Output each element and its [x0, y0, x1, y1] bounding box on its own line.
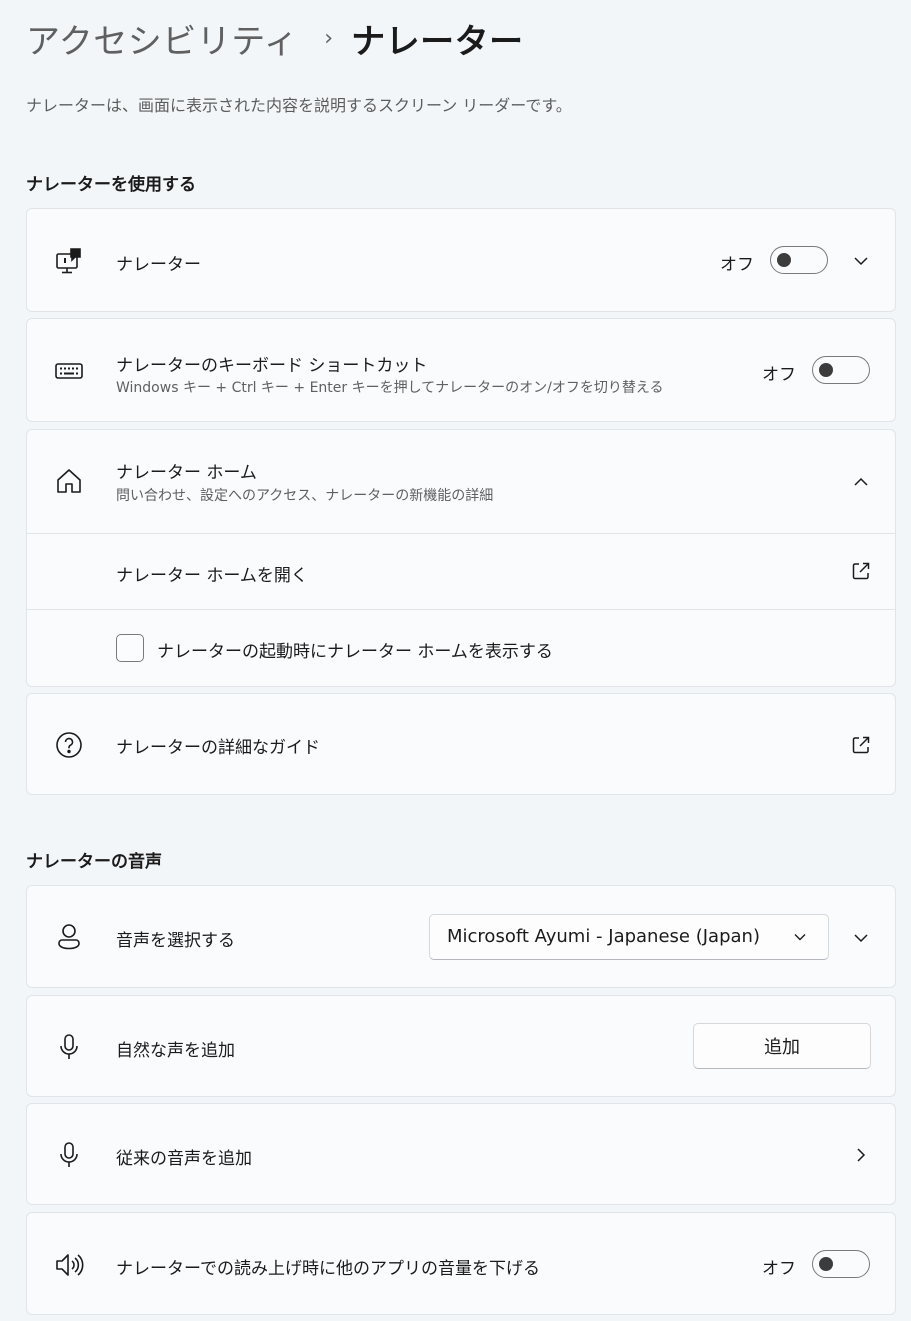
choose-voice-label: 音声を選択する	[116, 931, 235, 951]
toggle-knob	[819, 363, 833, 377]
voice-dropdown-value: Microsoft Ayumi - Japanese (Japan)	[447, 926, 760, 947]
chevron-down-icon[interactable]	[851, 251, 871, 271]
narrator-guide-label: ナレーターの詳細なガイド	[116, 738, 320, 758]
external-link-icon	[852, 562, 870, 580]
chevron-right-icon[interactable]	[851, 1145, 871, 1165]
person-icon	[53, 921, 85, 953]
section-title-use-narrator: ナレーターを使用する	[26, 175, 196, 195]
lower-volume-toggle[interactable]	[812, 1250, 870, 1278]
chevron-up-icon[interactable]	[851, 472, 871, 492]
add-natural-voice-label: 自然な声を追加	[116, 1041, 235, 1061]
add-legacy-voice-label: 従来の音声を追加	[116, 1149, 252, 1169]
add-legacy-voice-card[interactable]: 従来の音声を追加	[26, 1103, 896, 1205]
add-natural-voice-button[interactable]: 追加	[693, 1023, 871, 1069]
external-link-icon	[852, 736, 870, 754]
microphone-icon	[53, 1139, 85, 1171]
show-home-on-start-row: ナレーターの起動時にナレーター ホームを表示する	[27, 610, 895, 686]
page-description: ナレーターは、画面に表示された内容を説明するスクリーン リーダーです。	[26, 96, 572, 115]
voice-dropdown[interactable]: Microsoft Ayumi - Japanese (Japan)	[429, 914, 829, 960]
microphone-icon	[53, 1031, 85, 1063]
toggle-knob	[819, 1257, 833, 1271]
narrator-home-card: ナレーター ホーム 問い合わせ、設定へのアクセス、ナレーターの新機能の詳細 ナレ…	[26, 429, 896, 687]
breadcrumb: アクセシビリティ › ナレーター	[26, 14, 524, 62]
speaker-icon	[53, 1249, 85, 1281]
shortcut-description: Windows キー + Ctrl キー + Enter キーを押してナレーター…	[116, 380, 664, 396]
narrator-home-label: ナレーター ホーム	[116, 463, 257, 483]
lower-volume-label: ナレーターでの読み上げ時に他のアプリの音量を下げる	[116, 1259, 540, 1279]
page-title: ナレーター	[351, 21, 524, 62]
breadcrumb-separator-icon: ›	[324, 25, 334, 51]
chevron-down-icon[interactable]	[851, 928, 871, 948]
narrator-state-label: オフ	[720, 255, 754, 275]
narrator-guide-card[interactable]: ナレーターの詳細なガイド	[26, 693, 896, 795]
chevron-down-icon	[794, 934, 806, 941]
narrator-monitor-icon	[53, 245, 85, 277]
breadcrumb-parent-accessibility[interactable]: アクセシビリティ	[26, 14, 298, 63]
narrator-card[interactable]: ナレーター オフ	[26, 208, 896, 312]
help-icon	[53, 729, 85, 761]
lower-other-apps-volume-card: ナレーターでの読み上げ時に他のアプリの音量を下げる オフ	[26, 1212, 896, 1315]
keyboard-shortcut-card: ナレーターのキーボード ショートカット Windows キー + Ctrl キー…	[26, 318, 896, 422]
narrator-home-header[interactable]: ナレーター ホーム 問い合わせ、設定へのアクセス、ナレーターの新機能の詳細	[27, 430, 895, 533]
narrator-home-description: 問い合わせ、設定へのアクセス、ナレーターの新機能の詳細	[116, 488, 494, 504]
section-title-narrator-voice: ナレーターの音声	[26, 852, 162, 872]
show-home-on-start-label[interactable]: ナレーターの起動時にナレーター ホームを表示する	[157, 637, 553, 662]
lower-volume-state-label: オフ	[762, 1259, 796, 1279]
show-home-on-start-checkbox[interactable]	[116, 634, 144, 662]
shortcut-state-label: オフ	[762, 365, 796, 385]
add-natural-voice-card: 自然な声を追加 追加	[26, 995, 896, 1097]
shortcut-label: ナレーターのキーボード ショートカット	[116, 356, 428, 376]
keyboard-icon	[53, 355, 85, 387]
home-icon	[53, 465, 85, 497]
toggle-knob	[777, 253, 791, 267]
choose-voice-card[interactable]: 音声を選択する Microsoft Ayumi - Japanese (Japa…	[26, 885, 896, 988]
shortcut-toggle[interactable]	[812, 356, 870, 384]
open-narrator-home-label: ナレーター ホームを開く	[116, 566, 308, 586]
narrator-toggle[interactable]	[770, 246, 828, 274]
narrator-label: ナレーター	[116, 255, 201, 275]
open-narrator-home-row[interactable]: ナレーター ホームを開く	[27, 534, 895, 609]
